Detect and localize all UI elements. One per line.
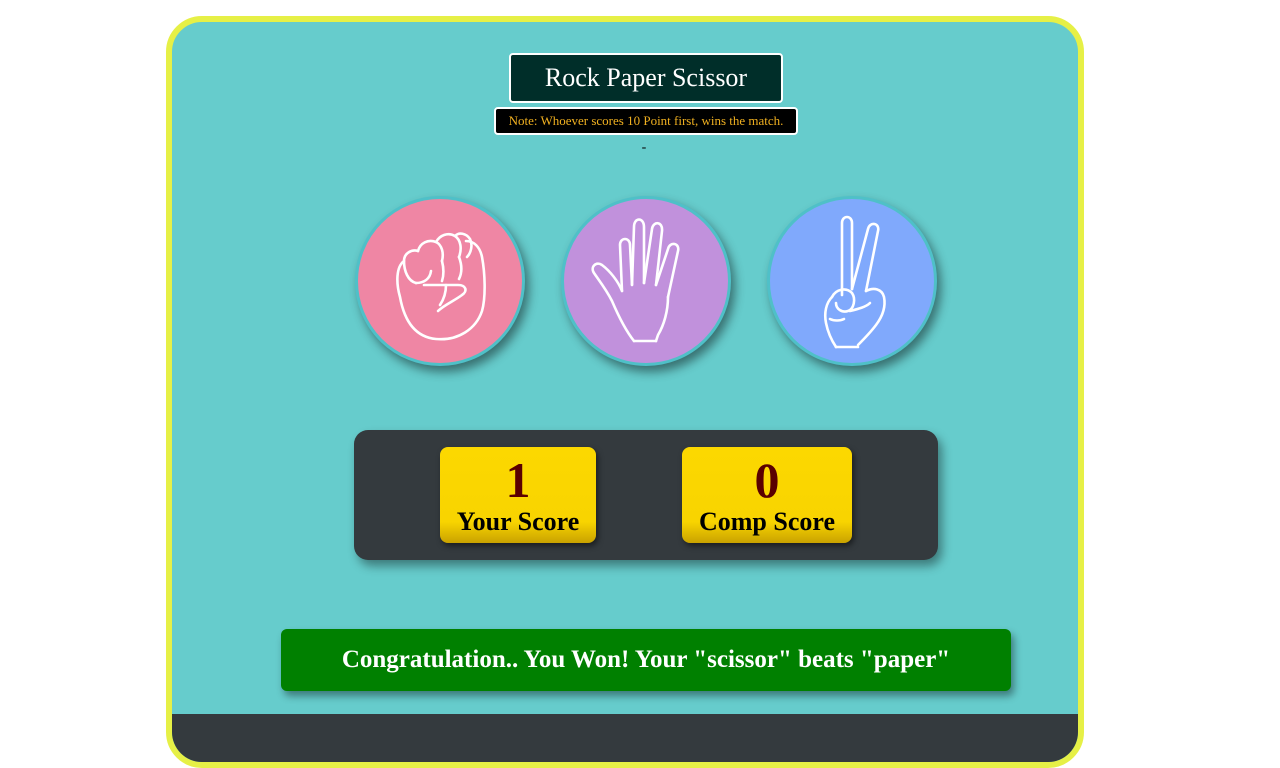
user-score-value: 1 xyxy=(505,452,531,508)
user-score-label: Your Score xyxy=(456,507,580,536)
rock-choice-button[interactable] xyxy=(355,196,525,366)
scoreboard: 1 Your Score 0 Comp Score xyxy=(354,430,938,560)
fist-icon xyxy=(396,232,486,341)
bottom-bar xyxy=(172,714,1078,762)
game-title: Rock Paper Scissor xyxy=(509,53,783,103)
scissor-choice-button[interactable] xyxy=(767,196,937,366)
user-score-card: 1 Your Score xyxy=(440,447,596,543)
comp-score-label: Comp Score xyxy=(698,507,835,536)
rules-note: Note: Whoever scores 10 Point first, win… xyxy=(494,107,798,135)
open-hand-icon xyxy=(591,218,680,343)
comp-score-value: 0 xyxy=(754,452,780,508)
paper-choice-button[interactable] xyxy=(561,196,731,366)
comp-score-card: 0 Comp Score xyxy=(682,447,852,543)
separator-text: - xyxy=(641,140,647,155)
game-container: Rock Paper Scissor Note: Whoever scores … xyxy=(166,16,1084,768)
peace-hand-icon xyxy=(823,215,886,349)
result-message: Congratulation.. You Won! Your "scissor"… xyxy=(281,629,1011,691)
